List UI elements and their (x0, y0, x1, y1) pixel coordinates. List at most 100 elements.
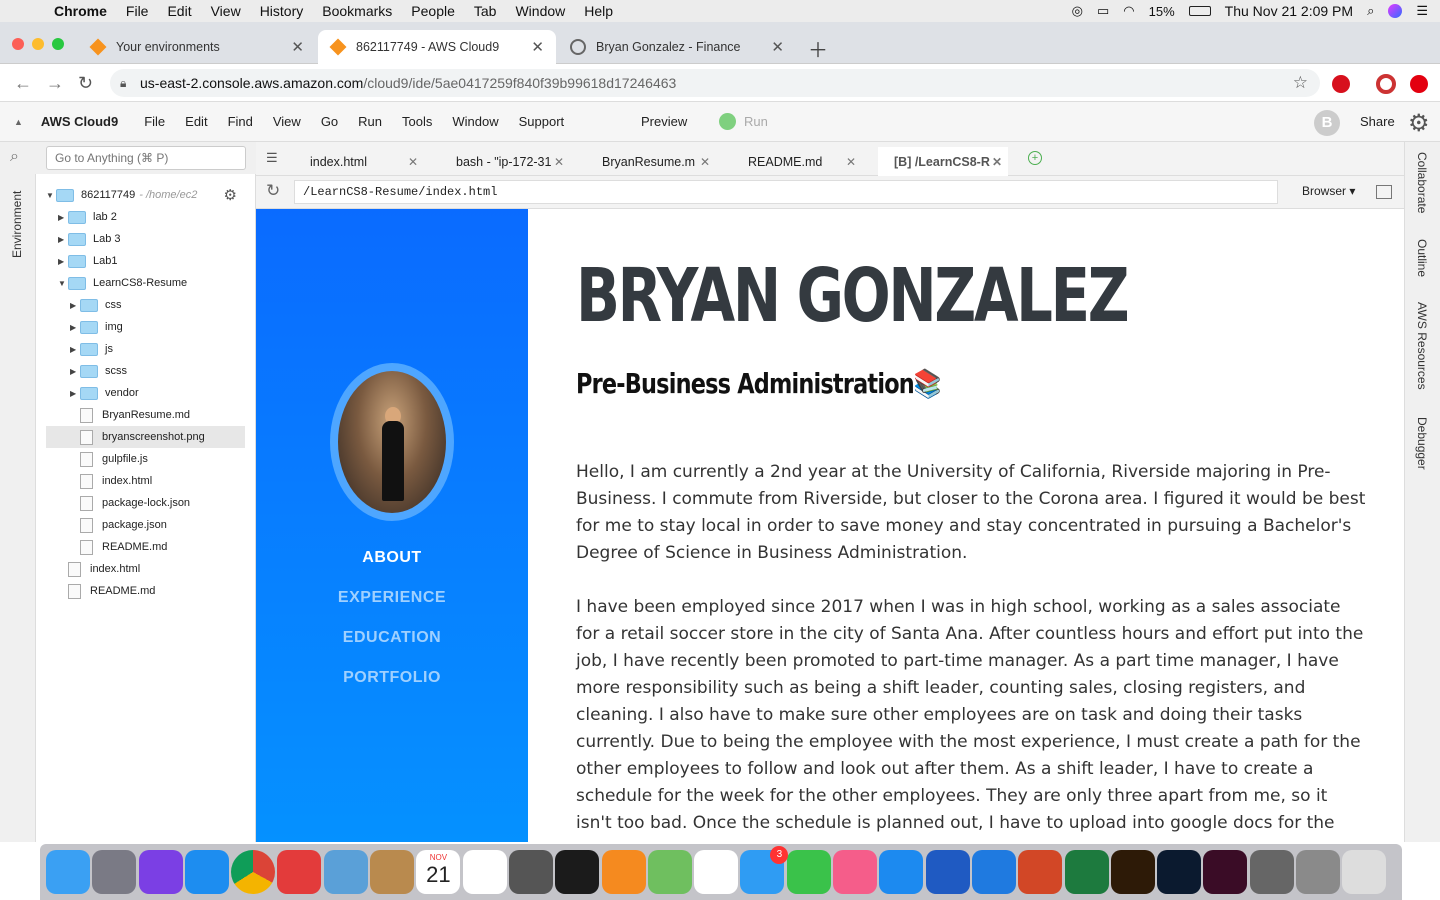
photoshop-icon[interactable] (1157, 850, 1202, 894)
battery-icon[interactable] (1188, 6, 1211, 16)
notification-center-icon[interactable]: ☰ (1416, 3, 1428, 19)
maps-icon[interactable] (647, 850, 692, 894)
nav-experience[interactable]: EXPERIENCE (256, 589, 528, 607)
edge-icon[interactable] (971, 850, 1016, 894)
search-icon[interactable]: ⌕ (10, 148, 19, 166)
close-tab-icon[interactable]: ✕ (408, 155, 418, 169)
preview-url-input[interactable]: /LearnCS8-Resume/index.html (294, 180, 1278, 204)
close-tab-icon[interactable]: ✕ (771, 38, 784, 56)
preview-icon[interactable] (323, 850, 368, 894)
illustrator-icon[interactable] (1110, 850, 1155, 894)
add-tab-icon[interactable]: + (1028, 151, 1042, 165)
nav-education[interactable]: EDUCATION (256, 629, 528, 647)
siri-menu-icon[interactable] (1388, 4, 1403, 18)
trash-icon[interactable] (1342, 850, 1387, 894)
c9-menu-go[interactable]: Go (321, 114, 338, 129)
tree-folder[interactable]: ▶ Lab 3 (46, 228, 245, 250)
siri-icon[interactable] (138, 850, 183, 894)
close-window-button[interactable] (12, 38, 24, 50)
run-play-icon[interactable] (719, 113, 736, 130)
tree-file[interactable]: BryanResume.md (46, 404, 245, 426)
close-tab-icon[interactable]: ✕ (700, 155, 710, 169)
tree-file[interactable]: README.md (46, 580, 245, 602)
zoom-window-button[interactable] (52, 38, 64, 50)
expand-arrow-icon[interactable]: ▶ (70, 301, 80, 310)
tree-folder[interactable]: ▶ lab 2 (46, 206, 245, 228)
wifi-icon[interactable]: ◠ (1123, 3, 1134, 19)
clock-icon[interactable] (555, 850, 600, 894)
editor-tab-bryanresume[interactable]: BryanResume.m ✕ (586, 147, 716, 176)
books-icon[interactable] (601, 850, 646, 894)
tree-folder[interactable]: ▶ Lab1 (46, 250, 245, 272)
tree-folder[interactable]: ▶ scss (46, 360, 245, 382)
airplay-icon[interactable]: ▭ (1097, 3, 1109, 19)
contacts-icon[interactable] (370, 850, 415, 894)
debugger-panel-tab[interactable]: Debugger (1415, 417, 1429, 470)
expand-arrow-icon[interactable]: ▶ (70, 367, 80, 376)
editor-tab-bash[interactable]: bash - "ip-172-31 ✕ (440, 147, 570, 176)
tree-file[interactable]: package.json (46, 514, 245, 536)
tree-file[interactable]: gulpfile.js (46, 448, 245, 470)
expand-arrow-icon[interactable]: ▶ (58, 257, 68, 266)
menu-window[interactable]: Window (515, 3, 565, 19)
menu-edit[interactable]: Edit (167, 3, 191, 19)
environment-panel-tab[interactable]: Environment (10, 191, 24, 258)
word-icon[interactable] (925, 850, 970, 894)
goto-anything-input[interactable] (46, 146, 246, 170)
back-arrow-icon[interactable]: ← (14, 73, 32, 94)
c9-menu-file[interactable]: File (144, 114, 165, 129)
run-button[interactable]: Run (744, 114, 768, 129)
outline-panel-tab[interactable]: Outline (1415, 239, 1429, 277)
tree-folder[interactable]: ▶ img (46, 316, 245, 338)
expand-arrow-icon[interactable]: ▼ (46, 191, 56, 200)
c9-menu-support[interactable]: Support (519, 114, 565, 129)
indesign-icon[interactable] (1203, 850, 1248, 894)
reload-icon[interactable]: ↻ (78, 73, 93, 94)
browser-dropdown[interactable]: Browser ▾ (1302, 184, 1355, 198)
screenshot-icon[interactable] (1249, 850, 1294, 894)
expand-arrow-icon[interactable]: ▶ (70, 345, 80, 354)
settings-gear-icon[interactable]: ⚙ (1408, 109, 1430, 138)
system-preferences-icon[interactable] (1296, 850, 1341, 894)
close-tab-icon[interactable]: ✕ (846, 155, 856, 169)
browser-tab-cloud9[interactable]: 862117749 - AWS Cloud9 ✕ (318, 30, 556, 64)
expand-arrow-icon[interactable]: ▼ (58, 279, 68, 288)
excel-icon[interactable] (1064, 850, 1109, 894)
chrome-icon[interactable] (231, 850, 276, 894)
app-store-icon[interactable] (879, 850, 924, 894)
tree-settings-gear-icon[interactable]: ⚙ (224, 186, 237, 204)
menu-bookmarks[interactable]: Bookmarks (322, 3, 392, 19)
tab-list-icon[interactable]: ☰ (266, 150, 278, 166)
c9-menu-view[interactable]: View (273, 114, 301, 129)
facetime-icon[interactable] (786, 850, 831, 894)
collapse-menu-icon[interactable]: ▲ (14, 117, 23, 127)
tree-file[interactable]: README.md (46, 536, 245, 558)
extension-2-icon[interactable] (1410, 75, 1428, 93)
c9-menu-window[interactable]: Window (452, 114, 498, 129)
editor-tab-browser-preview[interactable]: [B] /LearnCS8-Re ✕ (878, 147, 1008, 176)
menu-tab[interactable]: Tab (474, 3, 497, 19)
clock[interactable]: Thu Nov 21 2:09 PM (1225, 3, 1353, 19)
new-tab-button[interactable]: ＋ (808, 34, 828, 63)
close-tab-icon[interactable]: ✕ (554, 155, 564, 169)
address-bar[interactable]: 🔒︎ us-east-2.console.aws.amazon.com/clou… (110, 69, 1320, 97)
calculator-icon[interactable] (508, 850, 553, 894)
menu-people[interactable]: People (411, 3, 455, 19)
launchpad-icon[interactable] (92, 850, 137, 894)
browser-tab-environments[interactable]: Your environments ✕ (78, 30, 316, 64)
menu-app-chrome[interactable]: Chrome (54, 3, 107, 19)
nav-about[interactable]: ABOUT (256, 549, 528, 567)
refresh-preview-icon[interactable]: ↻ (266, 181, 280, 201)
share-button[interactable]: Share (1360, 114, 1395, 129)
c9-menu-tools[interactable]: Tools (402, 114, 432, 129)
adblock-icon[interactable] (1332, 75, 1350, 93)
powerpoint-icon[interactable] (1018, 850, 1063, 894)
minimize-window-button[interactable] (32, 38, 44, 50)
mail-icon[interactable] (277, 850, 322, 894)
tree-file[interactable]: bryanscreenshot.png (46, 426, 245, 448)
menu-file[interactable]: File (126, 3, 149, 19)
c9-menu-run[interactable]: Run (358, 114, 382, 129)
browser-tab-finance[interactable]: Bryan Gonzalez - Finance ✕ (558, 30, 796, 64)
popout-icon[interactable] (1376, 185, 1392, 199)
itunes-icon[interactable] (833, 850, 878, 894)
